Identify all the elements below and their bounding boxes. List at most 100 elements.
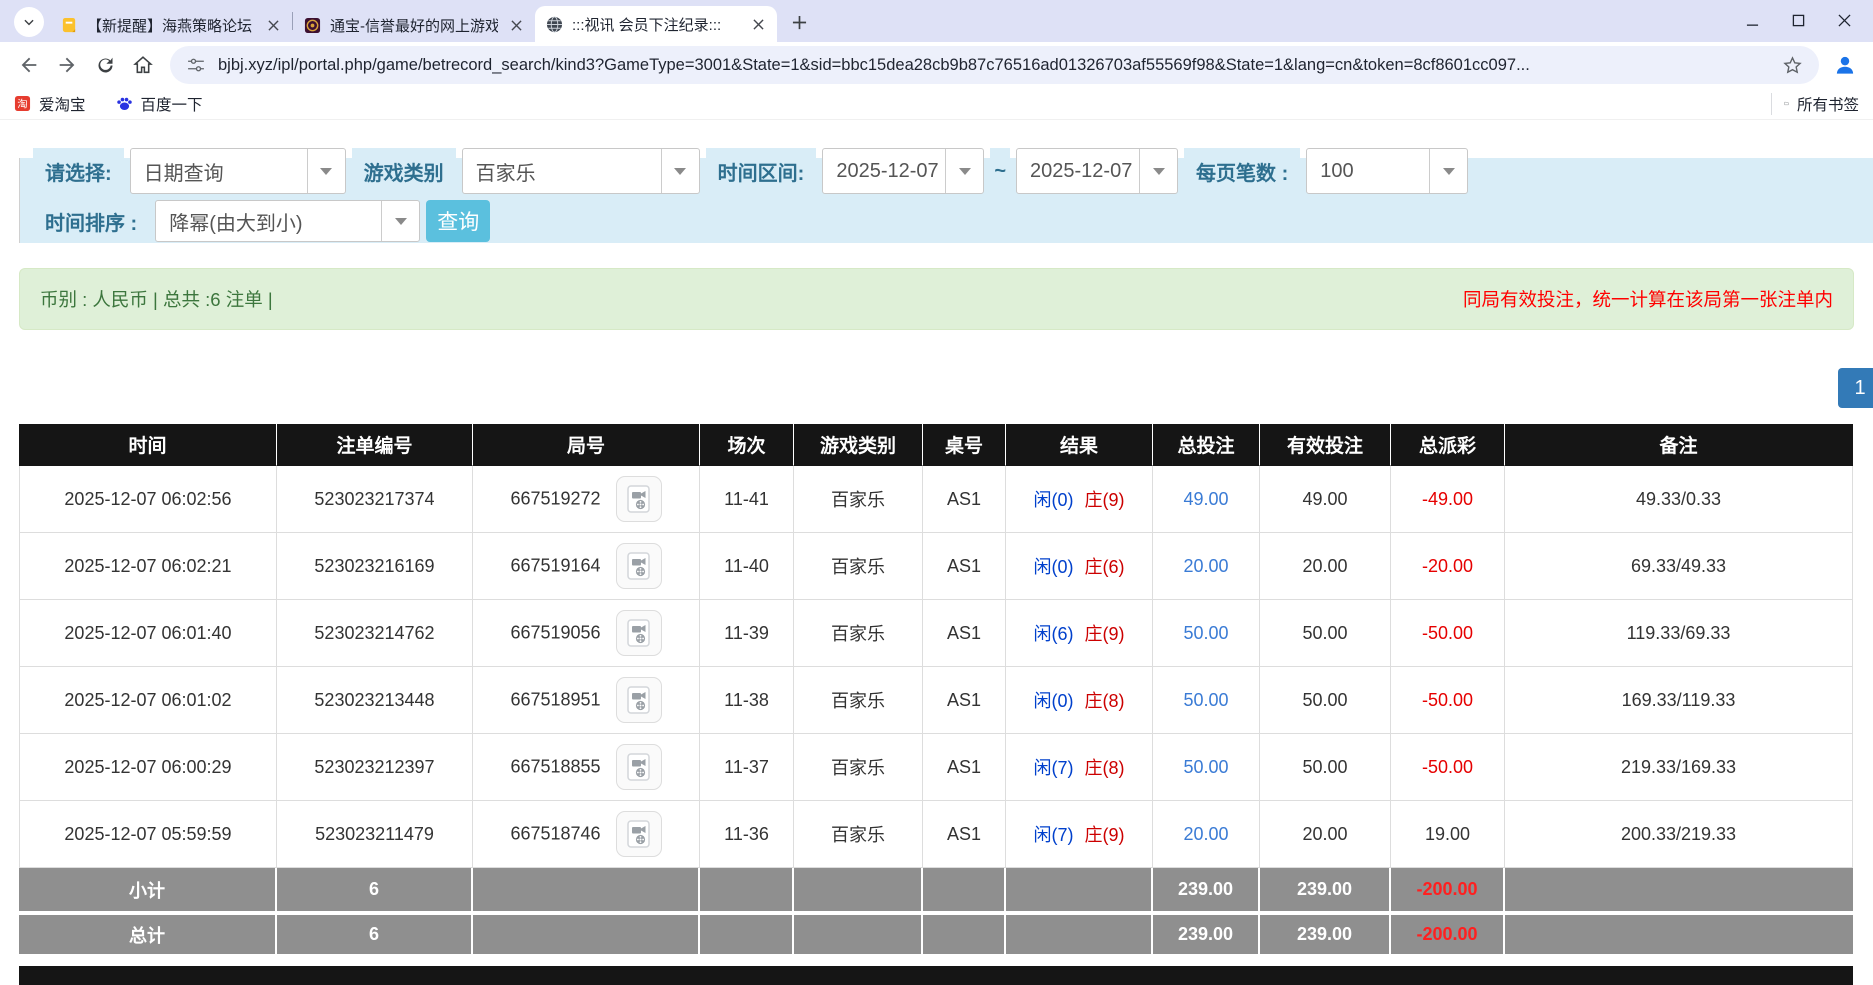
chevron-down-icon: [661, 149, 699, 193]
new-tab-button[interactable]: [785, 8, 813, 36]
cell-bet-id: 523023213448: [277, 667, 473, 734]
plus-icon: [792, 15, 807, 30]
time-range-label: 时间区间:: [706, 148, 817, 194]
reload-button[interactable]: [86, 46, 124, 84]
query-mode-select[interactable]: 日期查询: [130, 148, 346, 194]
maximize-button[interactable]: [1775, 0, 1821, 40]
bookmark-star-icon[interactable]: [1782, 55, 1803, 76]
tab-search-button[interactable]: [14, 7, 44, 37]
total-total-bet: 239.00: [1153, 911, 1260, 954]
page-size-select[interactable]: 100: [1306, 148, 1468, 194]
result-player: 闲(6): [1033, 624, 1073, 644]
footer-empty-cell: [1006, 868, 1153, 911]
cell-result: 闲(0) 庄(9): [1006, 466, 1153, 533]
cell-total-bet[interactable]: 20.00: [1153, 533, 1260, 600]
home-button[interactable]: [124, 46, 162, 84]
cell-remark: 169.33/119.33: [1505, 667, 1853, 734]
table-row: 2025-12-07 06:02:56 523023217374 6675192…: [19, 466, 1853, 533]
globe-favicon-icon: [545, 15, 563, 33]
table-header-row: 时间 注单编号 局号 场次 游戏类别 桌号 结果 总投注 有效投注 总派彩 备注: [19, 424, 1853, 466]
profile-avatar[interactable]: [1827, 47, 1863, 83]
footer-empty-cell: [473, 911, 700, 954]
game-type-label: 游戏类别: [352, 148, 456, 194]
cell-round: 667518746: [473, 801, 700, 868]
tab-tongbao[interactable]: 通宝-信誉最好的网上游戏平台: [293, 8, 535, 42]
cell-total-bet[interactable]: 50.00: [1153, 667, 1260, 734]
header-result: 结果: [1006, 424, 1153, 466]
all-bookmarks-button[interactable]: 所有书签: [1771, 93, 1859, 115]
cell-time: 2025-12-07 06:02:56: [19, 466, 277, 533]
forum-favicon-icon: [60, 16, 78, 34]
result-banker: 庄(9): [1085, 624, 1125, 644]
pagination-page-1[interactable]: 1: [1838, 368, 1873, 408]
video-replay-icon[interactable]: [616, 610, 662, 656]
table-row: 2025-12-07 06:01:02 523023213448 6675189…: [19, 667, 1853, 734]
close-tab-icon[interactable]: [749, 15, 767, 33]
header-time: 时间: [19, 424, 277, 466]
reload-icon: [95, 55, 116, 76]
chevron-down-icon: [945, 149, 983, 193]
home-icon: [132, 54, 154, 76]
cell-time: 2025-12-07 06:00:29: [19, 734, 277, 801]
video-replay-icon[interactable]: [616, 811, 662, 857]
total-row: 总计 6 239.00 239.00 -200.00: [19, 911, 1853, 954]
header-remark: 备注: [1505, 424, 1853, 466]
result-banker: 庄(8): [1085, 758, 1125, 778]
cell-time: 2025-12-07 06:01:40: [19, 600, 277, 667]
video-replay-icon[interactable]: [616, 744, 662, 790]
table-row: 2025-12-07 06:02:21 523023216169 6675191…: [19, 533, 1853, 600]
cell-total-bet[interactable]: 49.00: [1153, 466, 1260, 533]
date-to-select[interactable]: 2025-12-07: [1016, 148, 1178, 194]
total-payout: -200.00: [1391, 911, 1505, 954]
cell-total-bet[interactable]: 50.00: [1153, 600, 1260, 667]
header-valid-bet: 有效投注: [1260, 424, 1391, 466]
cell-payout: -50.00: [1391, 600, 1505, 667]
search-button[interactable]: 查询: [426, 200, 490, 242]
cell-total-bet[interactable]: 50.00: [1153, 734, 1260, 801]
header-round: 局号: [473, 424, 700, 466]
cell-result: 闲(0) 庄(6): [1006, 533, 1153, 600]
bookmark-baidu[interactable]: 百度一下: [116, 93, 203, 115]
cell-valid-bet: 50.00: [1260, 667, 1391, 734]
cell-result: 闲(6) 庄(9): [1006, 600, 1153, 667]
video-replay-icon[interactable]: [616, 543, 662, 589]
chevron-down-icon: [22, 15, 36, 29]
subtotal-valid-bet: 239.00: [1260, 868, 1391, 911]
game-type-select[interactable]: 百家乐: [462, 148, 700, 194]
footer-empty-cell: [1505, 911, 1853, 954]
cell-round: 667519164: [473, 533, 700, 600]
total-valid-bet: 239.00: [1260, 911, 1391, 954]
forward-button[interactable]: [48, 46, 86, 84]
cell-table: AS1: [923, 801, 1006, 868]
cell-payout: -50.00: [1391, 734, 1505, 801]
cell-bet-id: 523023217374: [277, 466, 473, 533]
header-session: 场次: [700, 424, 794, 466]
video-replay-icon[interactable]: [616, 476, 662, 522]
subtotal-count: 6: [277, 868, 473, 911]
tab-bet-records[interactable]: :::视讯 会员下注纪录:::: [535, 6, 777, 42]
address-bar[interactable]: bjbj.xyz/ipl/portal.php/game/betrecord_s…: [170, 46, 1819, 84]
cell-bet-id: 523023211479: [277, 801, 473, 868]
video-replay-icon[interactable]: [616, 677, 662, 723]
round-number: 667518855: [510, 757, 600, 777]
next-table-header-strip: [19, 966, 1853, 985]
date-from-select[interactable]: 2025-12-07: [822, 148, 984, 194]
bookmark-aitaobao[interactable]: 淘 爱淘宝: [14, 93, 86, 115]
cell-total-bet[interactable]: 20.00: [1153, 801, 1260, 868]
cell-time: 2025-12-07 05:59:59: [19, 801, 277, 868]
close-window-button[interactable]: [1821, 0, 1867, 40]
cell-result: 闲(0) 庄(8): [1006, 667, 1153, 734]
cell-game-type: 百家乐: [794, 466, 923, 533]
cell-round: 667519056: [473, 600, 700, 667]
minimize-button[interactable]: [1729, 0, 1775, 40]
sort-select[interactable]: 降幂(由大到小): [155, 200, 420, 242]
cell-table: AS1: [923, 533, 1006, 600]
close-tab-icon[interactable]: [507, 16, 525, 34]
cell-valid-bet: 49.00: [1260, 466, 1391, 533]
back-button[interactable]: [10, 46, 48, 84]
tab-forum[interactable]: 【新提醒】海燕策略论坛 - 综合: [50, 8, 292, 42]
close-tab-icon[interactable]: [264, 16, 282, 34]
svg-text:淘: 淘: [17, 97, 27, 110]
result-player: 闲(0): [1033, 691, 1073, 711]
currency-summary-text: 币别 : 人民币 | 总共 :6 注单 |: [40, 286, 273, 312]
